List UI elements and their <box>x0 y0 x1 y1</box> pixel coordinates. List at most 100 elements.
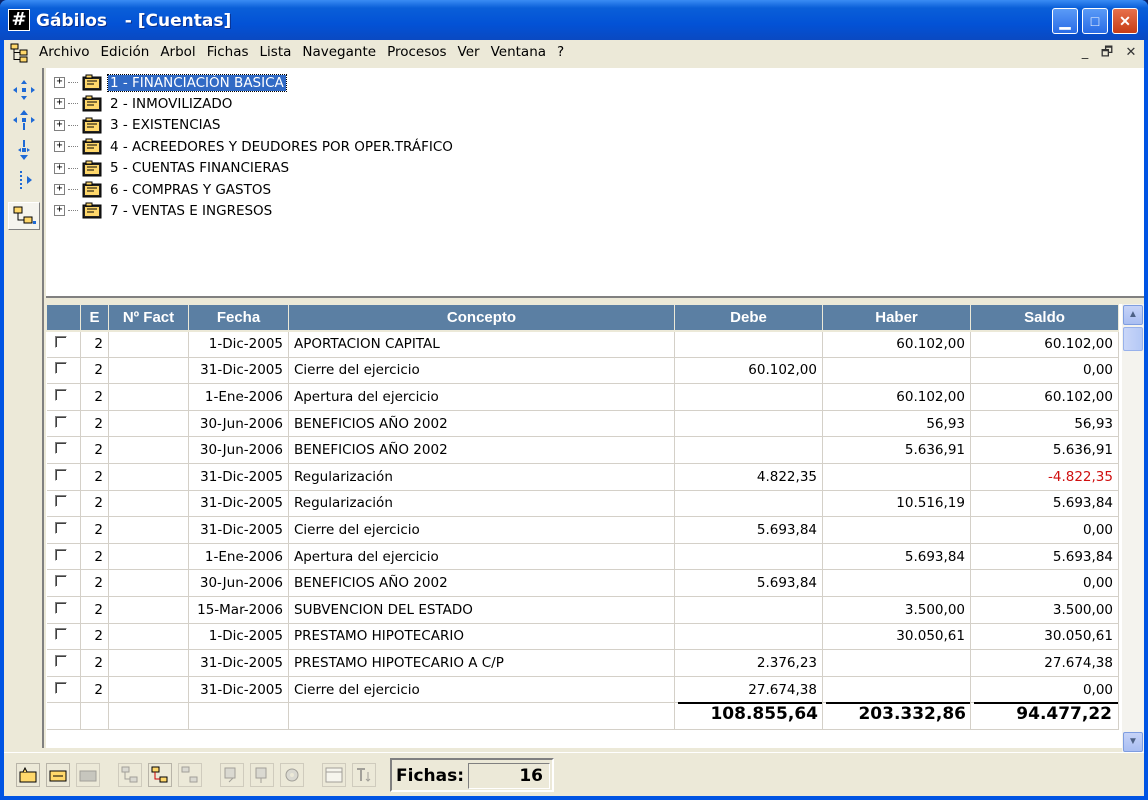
table-row[interactable]: 2 31-Dic-2005 Regularización 4.822,35 -4.822… <box>46 463 1119 491</box>
import-icon[interactable] <box>220 763 244 787</box>
move-down-icon[interactable] <box>8 136 40 164</box>
menu-item-fichas[interactable]: Fichas <box>204 44 257 60</box>
scroll-down-button[interactable]: ▼ <box>1123 732 1143 752</box>
tree-node-label[interactable]: 6 - COMPRAS Y GASTOS <box>108 182 273 198</box>
tree-node-label[interactable]: 2 - INMOVILIZADO <box>108 96 234 112</box>
move-all-icon[interactable] <box>8 76 40 104</box>
column-header-credit[interactable]: Haber <box>822 304 971 332</box>
table-row[interactable]: 2 30-Jun-2006 BENEFICIOS AÑO 2002 56,93 56,9… <box>46 410 1119 438</box>
menu-item-arbol[interactable]: Arbol <box>157 44 203 60</box>
table-row[interactable]: 2 31-Dic-2005 Cierre del ejercicio 27.674,3… <box>46 676 1119 704</box>
row-checkbox[interactable] <box>54 468 67 481</box>
window-icon[interactable] <box>322 763 346 787</box>
tree-view-icon[interactable] <box>8 202 40 230</box>
tree-document-icon[interactable] <box>10 43 32 63</box>
mdi-close-button[interactable]: ✕ <box>1122 44 1140 61</box>
mdi-minimize-button[interactable]: _ <box>1076 44 1094 61</box>
menu-item-navegante[interactable]: Navegante <box>299 44 384 60</box>
menu-item-ventana[interactable]: Ventana <box>488 44 554 60</box>
column-header-debit[interactable]: Debe <box>674 304 823 332</box>
column-header-concept[interactable]: Concepto <box>288 304 675 332</box>
menu-item-archivo[interactable]: Archivo <box>36 44 97 60</box>
menu-item-edicion[interactable]: Edición <box>97 44 157 60</box>
row-checkbox[interactable] <box>54 442 67 455</box>
expand-icon[interactable]: + <box>54 141 65 153</box>
tree-node[interactable]: +4 - ACREEDORES Y DEUDORES POR OPER.TRÁF… <box>54 136 455 157</box>
table-row[interactable]: 2 31-Dic-2005 Cierre del ejercicio 5.693,84… <box>46 516 1119 544</box>
expand-icon[interactable]: + <box>54 184 65 195</box>
scroll-thumb[interactable] <box>1123 327 1143 351</box>
menu-item-procesos[interactable]: Procesos <box>384 44 454 60</box>
row-checkbox[interactable] <box>54 336 67 349</box>
tree-node-label[interactable]: 7 - VENTAS E INGRESOS <box>108 203 274 219</box>
tree-node[interactable]: +3 - EXISTENCIAS <box>54 115 222 136</box>
move-up-icon[interactable] <box>8 106 40 134</box>
expand-icon[interactable]: + <box>54 205 65 217</box>
table-row[interactable]: 2 1-Ene-2006 Apertura del ejercicio 60.102,… <box>46 383 1119 411</box>
text-sort-icon[interactable] <box>352 763 376 787</box>
scroll-up-button[interactable]: ▲ <box>1123 305 1143 325</box>
table-row[interactable]: 2 1-Dic-2005 PRESTAMO HIPOTECARIO 30.050,61… <box>46 623 1119 651</box>
menu-item-lista[interactable]: Lista <box>257 44 300 60</box>
table-row[interactable]: 2 31-Dic-2005 Cierre del ejercicio 60.102,0… <box>46 357 1119 385</box>
column-header-select[interactable] <box>46 304 81 332</box>
column-header-fact-number[interactable]: Nº Fact <box>108 304 189 332</box>
row-checkbox[interactable] <box>54 388 67 401</box>
menu-item-ver[interactable]: Ver <box>455 44 488 60</box>
expand-icon[interactable]: + <box>54 162 65 174</box>
delete-record-icon[interactable] <box>76 763 100 787</box>
tree-copy-icon[interactable] <box>118 763 142 787</box>
table-row[interactable]: 2 31-Dic-2005 Regularización 10.516,19 5.693… <box>46 490 1119 518</box>
menu-item-help[interactable]: ? <box>554 44 572 60</box>
row-checkbox[interactable] <box>54 521 67 534</box>
tree-node-label[interactable]: 4 - ACREEDORES Y DEUDORES POR OPER.TRÁFI… <box>108 139 455 155</box>
tree-unlink-icon[interactable] <box>178 763 202 787</box>
tree-node-label[interactable]: 5 - CUENTAS FINANCIERAS <box>108 160 291 176</box>
row-checkbox[interactable] <box>54 681 67 694</box>
column-header-balance[interactable]: Saldo <box>970 304 1119 332</box>
row-checkbox[interactable] <box>54 548 67 561</box>
column-header-date[interactable]: Fecha <box>188 304 289 332</box>
expand-icon[interactable]: + <box>54 77 65 88</box>
tree-node[interactable]: +5 - CUENTAS FINANCIERAS <box>54 158 291 179</box>
row-checkbox[interactable] <box>54 362 67 375</box>
minimize-button[interactable]: ▁ <box>1052 8 1078 34</box>
vertical-scrollbar[interactable]: ▲ ▼ <box>1122 304 1144 754</box>
maximize-button[interactable]: □ <box>1082 8 1108 34</box>
table-row[interactable]: 2 15-Mar-2006 SUBVENCION DEL ESTADO 3.500,0… <box>46 596 1119 624</box>
row-checkbox[interactable] <box>54 575 67 588</box>
expand-icon[interactable]: + <box>54 98 65 110</box>
settings-gear-icon[interactable] <box>280 763 304 787</box>
close-button[interactable]: ✕ <box>1112 8 1138 34</box>
row-checkbox[interactable] <box>54 495 67 508</box>
move-right-icon[interactable] <box>8 166 40 194</box>
tree-node[interactable]: +1 - FINANCIACIÓN BASICA <box>54 72 287 93</box>
cell-concept: BENEFICIOS AÑO 2002 <box>288 436 675 464</box>
mdi-restore-button[interactable]: 🗗 <box>1098 44 1116 61</box>
cell-fact-number <box>108 516 189 544</box>
row-checkbox[interactable] <box>54 601 67 614</box>
table-row[interactable]: 2 30-Jun-2006 BENEFICIOS AÑO 2002 5.636,91 5… <box>46 436 1119 464</box>
export-icon[interactable] <box>250 763 274 787</box>
edit-record-icon[interactable] <box>46 763 70 787</box>
tree-node[interactable]: +2 - INMOVILIZADO <box>54 93 234 114</box>
cell-credit: 30.050,61 <box>822 623 971 651</box>
title-bar[interactable]: # Gábilos - [Cuentas] ▁ □ ✕ <box>0 0 1148 40</box>
app-logo-icon[interactable]: # <box>8 9 30 31</box>
tree-node-label[interactable]: 1 - FINANCIACIÓN BASICA <box>107 73 287 92</box>
table-row[interactable]: 2 1-Dic-2005 APORTACION CAPITAL 60.102,00 60… <box>46 330 1119 358</box>
tree-link-icon[interactable] <box>148 763 172 787</box>
row-checkbox[interactable] <box>54 415 67 428</box>
column-header-e[interactable]: E <box>80 304 109 332</box>
row-checkbox[interactable] <box>54 628 67 641</box>
row-checkbox[interactable] <box>54 654 67 667</box>
new-record-icon[interactable] <box>16 763 40 787</box>
cell-fact-number <box>108 543 189 571</box>
table-row[interactable]: 2 1-Ene-2006 Apertura del ejercicio 5.693,8… <box>46 543 1119 571</box>
table-row[interactable]: 2 30-Jun-2006 BENEFICIOS AÑO 2002 5.693,84 0… <box>46 569 1119 597</box>
tree-node-label[interactable]: 3 - EXISTENCIAS <box>108 117 222 133</box>
tree-node[interactable]: +6 - COMPRAS Y GASTOS <box>54 179 273 200</box>
tree-node[interactable]: +7 - VENTAS E INGRESOS <box>54 200 274 221</box>
expand-icon[interactable]: + <box>54 119 65 131</box>
table-row[interactable]: 2 31-Dic-2005 PRESTAMO HIPOTECARIO A C/P 2.… <box>46 649 1119 677</box>
